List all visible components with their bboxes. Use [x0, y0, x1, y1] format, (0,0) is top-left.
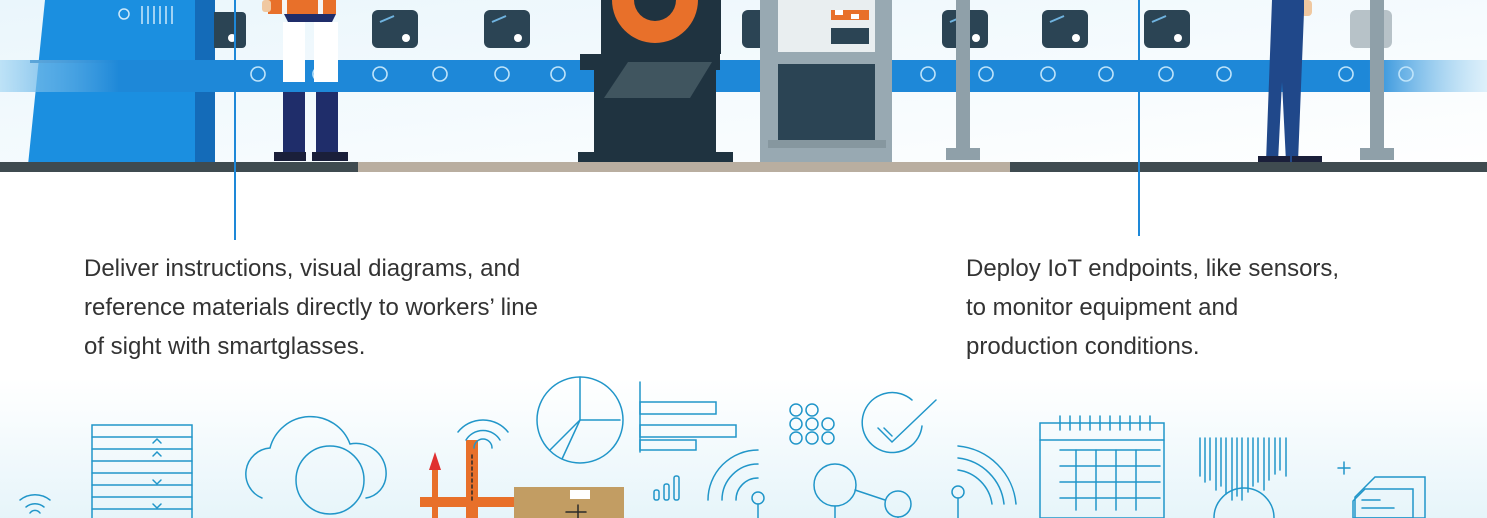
- calendar-icon: [1039, 415, 1165, 518]
- callout-right-line-3: production conditions.: [966, 333, 1200, 360]
- wireless-sensor-icon: [707, 449, 765, 518]
- wireless-node-icon: [457, 419, 509, 449]
- callout-right-line-2: to monitor equipment and: [966, 294, 1239, 321]
- cloud-search-icon: [245, 415, 387, 515]
- factory-floor: [0, 162, 1487, 172]
- barcode-package-icon: [514, 487, 624, 518]
- dot-grid-icon: [789, 403, 835, 445]
- signal-bars-icon: [653, 475, 680, 501]
- press-machine: [578, 0, 733, 162]
- iot-endpoints-callout: Deploy IoT endpoints, like sensors, to m…: [966, 249, 1406, 366]
- bar-chart-icon: [639, 381, 737, 453]
- callout-left-line-1: Deliver instructions, visual diagrams, a…: [84, 255, 521, 282]
- document-icon: [1337, 461, 1426, 518]
- barcode-icon: [1199, 437, 1287, 518]
- wireless-signal-icon: [951, 445, 1017, 518]
- wifi-icon: [19, 493, 51, 514]
- checkmark-circle-icon: [861, 391, 937, 454]
- callout-left-line-2: reference materials directly to workers’…: [84, 294, 538, 321]
- server-rack-icon: [91, 424, 193, 518]
- conveyor-belt: [0, 60, 1487, 92]
- network-nodes-icon: [813, 463, 912, 518]
- callout-right-line-1: Deploy IoT endpoints, like sensors,: [966, 255, 1340, 282]
- inspection-kiosk: [760, 0, 892, 165]
- smartglasses-callout: Deliver instructions, visual diagrams, a…: [84, 249, 684, 366]
- pie-chart-icon: [536, 376, 624, 464]
- callout-left-line-3: of sight with smartglasses.: [84, 333, 366, 360]
